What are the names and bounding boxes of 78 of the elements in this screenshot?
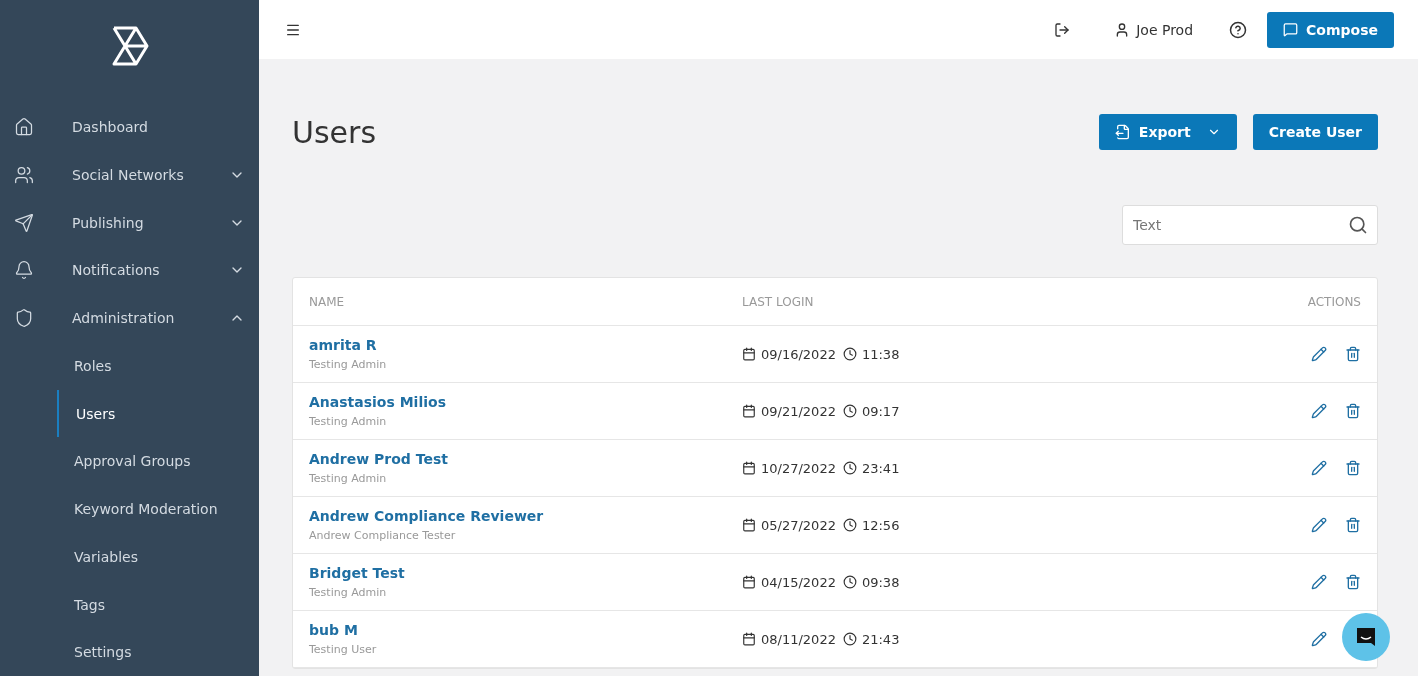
user-name-link[interactable]: Anastasios Milios (309, 394, 742, 410)
chat-icon (1283, 22, 1299, 37)
login-time: 11:38 (861, 346, 900, 362)
nav-subitem[interactable]: Settings (57, 628, 259, 676)
edit-icon[interactable] (1311, 574, 1327, 590)
edit-icon[interactable] (1311, 346, 1327, 362)
clock-icon (842, 461, 857, 475)
file-export-icon (1114, 124, 1131, 140)
bell-icon (14, 260, 34, 281)
nav-item[interactable]: Publishing (0, 198, 259, 247)
delete-icon[interactable] (1345, 346, 1361, 362)
edit-icon[interactable] (1311, 631, 1327, 647)
nav-subitem[interactable]: Keyword Moderation (57, 485, 259, 533)
column-header: NAME (309, 294, 346, 309)
column-header: ACTIONS (1306, 294, 1361, 309)
delete-icon[interactable] (1345, 517, 1361, 533)
nav-item[interactable]: Dashboard (0, 103, 259, 152)
edit-icon[interactable] (1311, 403, 1327, 419)
user-name-link[interactable]: Andrew Compliance Reviewer (309, 508, 742, 524)
user-role: Testing Admin (309, 358, 388, 371)
nav-subitem[interactable]: Tags (57, 580, 259, 629)
clock-icon (842, 632, 857, 646)
user-role: Testing Admin (309, 415, 388, 428)
login-date: 08/11/2022 (761, 631, 836, 647)
shield-icon (14, 308, 34, 329)
column-header: LAST LOGIN (742, 294, 815, 309)
nav-subitem[interactable]: Roles (57, 342, 259, 390)
nav-item[interactable]: Social Networks (0, 151, 259, 199)
nav-subitem[interactable]: Variables (57, 532, 259, 581)
edit-icon[interactable] (1311, 517, 1327, 533)
user-role: Andrew Compliance Tester (309, 529, 457, 542)
login-time: 23:41 (861, 460, 900, 476)
clock-icon (842, 347, 857, 361)
login-time: 21:43 (861, 631, 900, 647)
calendar-icon (742, 632, 756, 646)
user-name-link[interactable]: Bridget Test (309, 565, 742, 581)
search-icon (1348, 215, 1368, 235)
search-field[interactable]: Text (1122, 205, 1378, 245)
calendar-icon (742, 518, 756, 532)
delete-icon[interactable] (1345, 403, 1361, 419)
user-role: Testing Admin (309, 586, 388, 599)
login-date: 09/16/2022 (761, 346, 836, 362)
clock-icon (842, 518, 857, 532)
calendar-icon (742, 461, 756, 475)
nav-item[interactable]: Administration (0, 294, 259, 343)
clock-icon (842, 404, 857, 418)
delete-icon[interactable] (1345, 574, 1361, 590)
calendar-icon (742, 575, 756, 589)
compose-button[interactable]: Compose (1267, 11, 1394, 48)
login-date: 05/27/2022 (761, 517, 836, 533)
user-role: Testing User (309, 643, 378, 656)
paper-plane-icon (14, 212, 34, 233)
people-icon (14, 165, 34, 186)
user-menu[interactable]: Joe Prod (1108, 20, 1200, 39)
nav-item[interactable]: Notifications (0, 246, 259, 295)
user-name-link[interactable]: Andrew Prod Test (309, 451, 742, 467)
nav-subitem[interactable]: Approval Groups (57, 437, 259, 486)
login-date: 09/21/2022 (761, 403, 836, 419)
login-time: 09:17 (861, 403, 900, 419)
user-role: Testing Admin (309, 472, 388, 485)
login-date: 10/27/2022 (761, 460, 836, 476)
clock-icon (842, 575, 857, 589)
home-icon (14, 117, 34, 138)
login-date: 04/15/2022 (761, 574, 836, 590)
logout-icon[interactable] (1054, 21, 1071, 38)
export-button[interactable]: Export (1098, 114, 1237, 150)
login-time: 09:38 (861, 574, 900, 590)
edit-icon[interactable] (1311, 460, 1327, 476)
calendar-icon (742, 404, 756, 418)
chat-icon (1355, 626, 1377, 648)
user-name-link[interactable]: bub M (309, 622, 742, 638)
delete-icon[interactable] (1345, 460, 1361, 476)
user-name-link[interactable]: amrita R (309, 337, 742, 353)
login-time: 12:56 (861, 517, 900, 533)
calendar-icon (742, 347, 756, 361)
create-user-button[interactable]: Create User (1252, 114, 1378, 150)
page-title: Users (292, 114, 377, 150)
help-icon[interactable] (1229, 20, 1248, 39)
